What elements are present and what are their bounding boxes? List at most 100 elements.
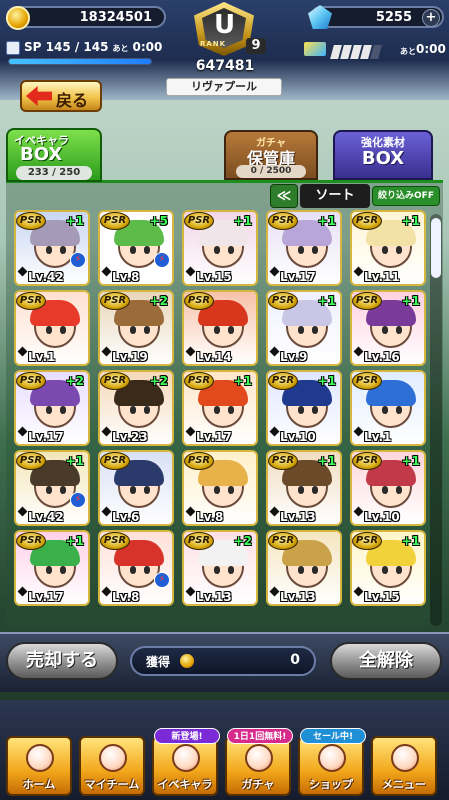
back-button[interactable]: 戻る bbox=[20, 80, 102, 112]
nav-badge: 1日1回無料! bbox=[227, 728, 293, 744]
character-card[interactable]: PSR +2 Lv.19 bbox=[98, 290, 174, 366]
back-arrow-icon bbox=[26, 86, 52, 106]
card-level: Lv.8 bbox=[196, 510, 224, 524]
character-card[interactable]: PSR Lv.6 bbox=[98, 450, 174, 526]
tab-ibekyara-box[interactable]: イベキャラ BOX 233 / 250 bbox=[6, 128, 102, 182]
nav-item[interactable]: マイチーム bbox=[79, 736, 145, 796]
character-eye bbox=[214, 246, 220, 254]
nav-item[interactable]: ガチャ bbox=[225, 736, 291, 796]
tab-gacha-count: 0 / 2500 bbox=[236, 165, 306, 178]
rarity-badge: PSR bbox=[184, 532, 214, 550]
character-card[interactable]: PSR Lv.1 bbox=[350, 370, 426, 446]
rarity-badge: PSR bbox=[100, 452, 130, 470]
sort-toggle-chevron-icon[interactable]: ≪ bbox=[270, 184, 298, 208]
nav-item[interactable]: イベキャラ bbox=[152, 736, 218, 796]
rarity-badge: PSR bbox=[16, 292, 46, 310]
character-eye bbox=[60, 326, 66, 334]
add-gems-button[interactable]: + bbox=[422, 9, 440, 27]
tab-gacha-storage[interactable]: ガチャ 保管庫 0 / 2500 bbox=[224, 130, 318, 180]
character-card[interactable]: PSR +2 Lv.17 bbox=[14, 370, 90, 446]
filter-button[interactable]: 絞り込みOFF bbox=[372, 186, 440, 206]
character-card[interactable]: PSR +1 Lv.16 bbox=[350, 290, 426, 366]
nav-label: メニュー bbox=[382, 778, 426, 791]
rarity-badge: PSR bbox=[100, 372, 130, 390]
rank-level: 9 bbox=[246, 38, 266, 54]
character-card[interactable]: PSR ⚡ Lv.8 bbox=[98, 530, 174, 606]
character-card[interactable]: PSR +1 Lv.15 bbox=[350, 530, 426, 606]
gain-value: 0 bbox=[290, 652, 300, 668]
character-card[interactable]: PSR +1 ⚡ Lv.42 bbox=[14, 450, 90, 526]
gem-value: 5255 bbox=[375, 10, 412, 25]
card-list-scrollbar[interactable] bbox=[430, 214, 442, 626]
character-card[interactable]: PSR +1 Lv.17 bbox=[182, 370, 258, 446]
scrollbar-thumb[interactable] bbox=[431, 218, 441, 278]
character-eye bbox=[312, 326, 318, 334]
rarity-badge: PSR bbox=[352, 532, 382, 550]
character-card[interactable]: PSR +2 Lv.23 bbox=[98, 370, 174, 446]
nav-icon bbox=[172, 744, 200, 772]
character-eye bbox=[228, 486, 234, 494]
tab-kyoka-line2: BOX bbox=[361, 148, 405, 169]
card-level: Lv.8 bbox=[112, 590, 140, 604]
card-level: Lv.15 bbox=[196, 270, 232, 284]
character-card[interactable]: PSR +1 Lv.10 bbox=[350, 450, 426, 526]
character-eye bbox=[312, 566, 318, 574]
nav-label: ホーム bbox=[22, 778, 56, 791]
plus-value: +1 bbox=[65, 454, 84, 468]
rank-letter: U bbox=[214, 10, 236, 40]
sp-card-icon bbox=[6, 40, 20, 55]
character-card[interactable]: PSR +1 Lv.15 bbox=[182, 210, 258, 286]
card-level: Lv.6 bbox=[112, 510, 140, 524]
character-card[interactable]: PSR +1 Lv.11 bbox=[350, 210, 426, 286]
character-eye bbox=[60, 406, 66, 414]
character-card[interactable]: PSR +2 Lv.13 bbox=[182, 530, 258, 606]
plus-value: +1 bbox=[317, 214, 336, 228]
nav-icon bbox=[99, 744, 127, 772]
character-card[interactable]: PSR Lv.8 bbox=[182, 450, 258, 526]
character-eye bbox=[312, 486, 318, 494]
character-card[interactable]: PSR +1 Lv.13 bbox=[266, 450, 342, 526]
nav-item[interactable]: ショップ bbox=[298, 736, 364, 796]
card-level: Lv.8 bbox=[112, 270, 140, 284]
character-eye bbox=[46, 566, 52, 574]
character-eye bbox=[130, 566, 136, 574]
character-card[interactable]: PSR +1 Lv.9 bbox=[266, 290, 342, 366]
nav-item[interactable]: メニュー bbox=[371, 736, 437, 796]
character-eye bbox=[46, 486, 52, 494]
gain-label: 獲得 bbox=[146, 655, 171, 669]
plus-value: +1 bbox=[65, 534, 84, 548]
clear-all-button[interactable]: 全解除 bbox=[330, 642, 442, 680]
character-eye bbox=[46, 406, 52, 414]
nav-item[interactable]: ホーム bbox=[6, 736, 72, 796]
plus-value: +5 bbox=[149, 214, 168, 228]
card-level: Lv.9 bbox=[280, 350, 308, 364]
lightning-icon: ⚡ bbox=[154, 572, 170, 588]
sort-button[interactable]: ソート bbox=[300, 184, 370, 208]
sp-ato: あと bbox=[112, 44, 129, 53]
character-card[interactable]: PSR Lv.1 bbox=[14, 290, 90, 366]
rarity-badge: PSR bbox=[100, 212, 130, 230]
card-level: Lv.15 bbox=[364, 590, 400, 604]
gem-counter: 5255 + bbox=[308, 5, 444, 29]
card-level: Lv.14 bbox=[196, 350, 232, 364]
character-card[interactable]: PSR Lv.14 bbox=[182, 290, 258, 366]
character-eye bbox=[396, 246, 402, 254]
character-card[interactable]: PSR Lv.13 bbox=[266, 530, 342, 606]
character-card[interactable]: PSR +1 ⚡ Lv.42 bbox=[14, 210, 90, 286]
rarity-badge: PSR bbox=[352, 292, 382, 310]
card-level: Lv.11 bbox=[364, 270, 400, 284]
character-card[interactable]: PSR +1 Lv.10 bbox=[266, 370, 342, 446]
lightning-icon: ⚡ bbox=[70, 492, 86, 508]
character-eye bbox=[312, 406, 318, 414]
character-card[interactable]: PSR +1 Lv.17 bbox=[14, 530, 90, 606]
sell-button[interactable]: 売却する bbox=[6, 642, 118, 680]
card-level: Lv.19 bbox=[112, 350, 148, 364]
character-eye bbox=[130, 246, 136, 254]
character-card[interactable]: PSR +1 Lv.17 bbox=[266, 210, 342, 286]
character-eye bbox=[312, 246, 318, 254]
character-card[interactable]: PSR +5 ⚡ Lv.8 bbox=[98, 210, 174, 286]
card-level: Lv.13 bbox=[196, 590, 232, 604]
nav-label: ガチャ bbox=[241, 778, 275, 791]
character-eye bbox=[144, 406, 150, 414]
tab-kyoka-box[interactable]: 強化素材 BOX bbox=[333, 130, 433, 180]
